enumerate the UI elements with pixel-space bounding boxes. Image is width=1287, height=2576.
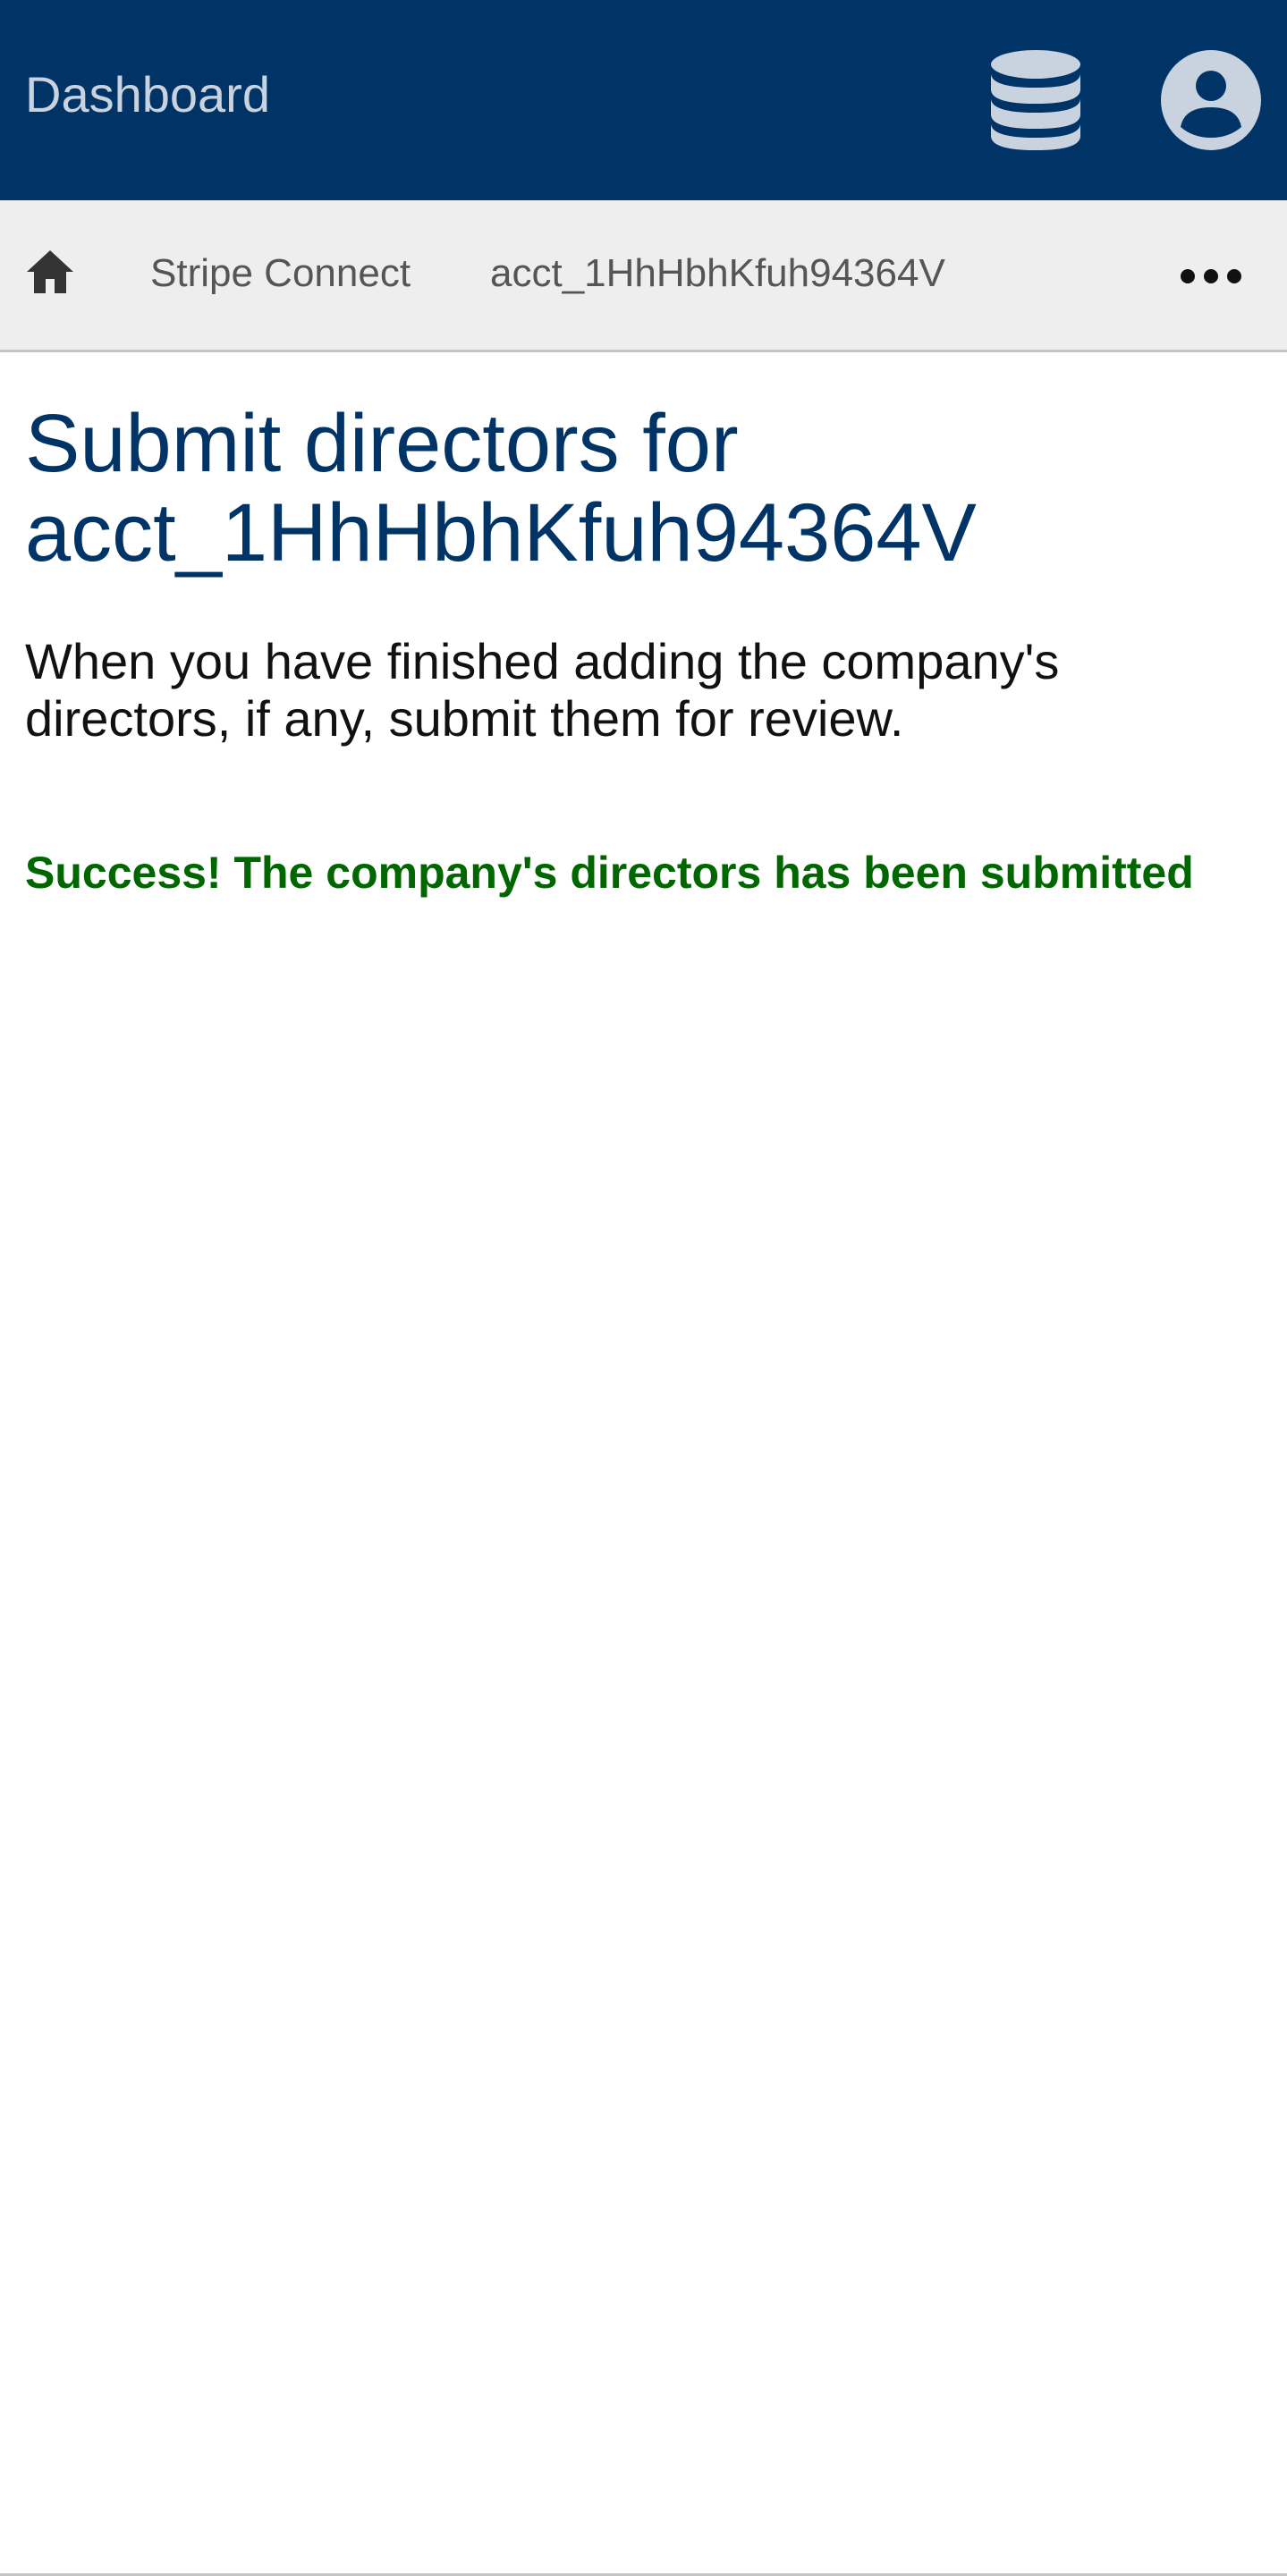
database-icon[interactable] <box>987 48 1084 152</box>
instructions-text: When you have finished adding the compan… <box>25 633 1060 747</box>
breadcrumb-account-id[interactable]: acct_1HhHbhKfuh94364V <box>490 250 945 297</box>
page-title: Submit directors for acct_1HhHbhKfuh9436… <box>25 398 977 579</box>
more-horizontal-icon[interactable] <box>1179 263 1243 290</box>
account-circle-icon[interactable] <box>1161 50 1261 150</box>
success-message: Success! The company's directors has bee… <box>25 848 1194 898</box>
top-navigation-bar: Dashboard <box>0 0 1287 200</box>
dashboard-link[interactable]: Dashboard <box>25 66 270 123</box>
breadcrumb: Stripe Connect acct_1HhHbhKfuh94364V <box>0 200 1287 352</box>
breadcrumb-stripe-connect[interactable]: Stripe Connect <box>150 250 411 297</box>
home-icon[interactable] <box>23 245 77 299</box>
